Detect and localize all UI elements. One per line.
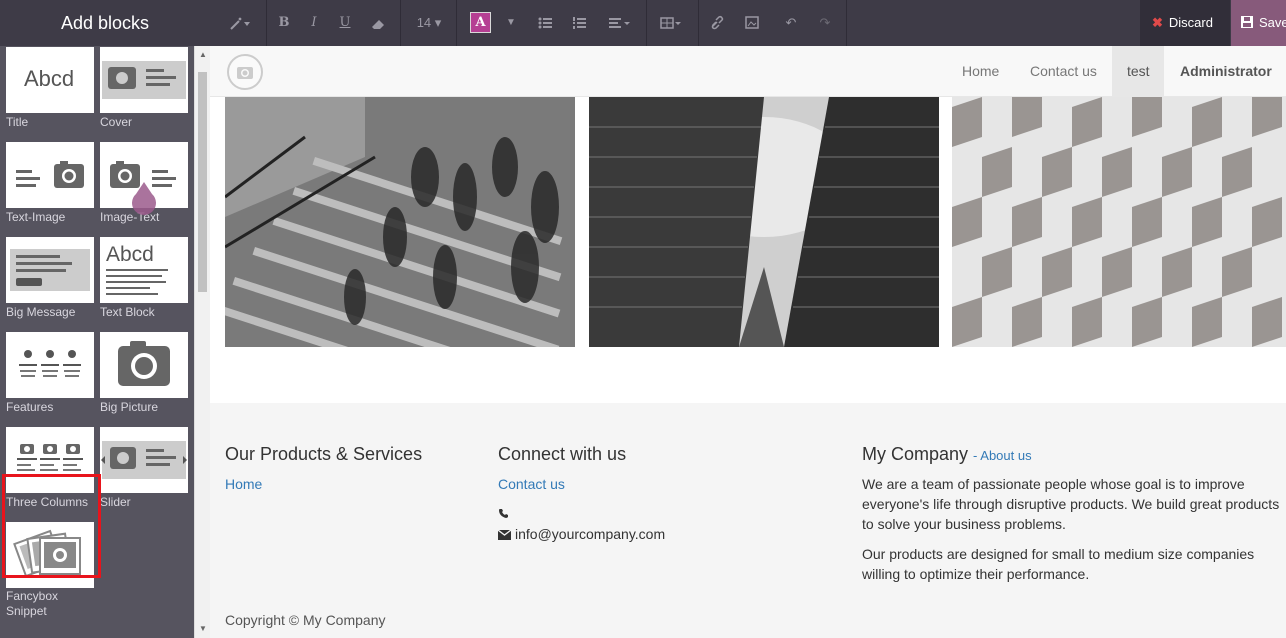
snippet-label: Big Picture	[100, 400, 159, 414]
about-us-link[interactable]: - About us	[973, 448, 1032, 463]
snippet-cover[interactable]: Cover	[100, 47, 190, 137]
font-color-icon[interactable]: A	[470, 0, 492, 46]
snippet-slider[interactable]: Slider	[100, 427, 190, 517]
email-text: info@yourcompany.com	[515, 526, 666, 542]
font-size-select[interactable]: 14 ▾	[414, 0, 444, 46]
bullet-list-icon[interactable]	[536, 0, 554, 46]
footer-connect-heading: Connect with us	[498, 444, 627, 464]
snippet-label: Text-Image	[6, 210, 66, 224]
snippet-big-message[interactable]: Big Message	[6, 237, 96, 327]
snippet-title[interactable]: Abcd Title	[6, 47, 96, 137]
magic-wand-icon[interactable]	[224, 0, 254, 46]
link-icon[interactable]	[708, 0, 728, 46]
toolbar-separator	[400, 0, 401, 46]
sidebar-title: Add blocks	[0, 0, 210, 46]
italic-icon[interactable]: I	[306, 0, 322, 46]
admin-label: Administrator	[1180, 63, 1272, 79]
close-icon: ✖	[1152, 15, 1163, 30]
nav-contact-link[interactable]: Contact us	[1015, 46, 1112, 96]
toolbar-separator	[698, 0, 699, 46]
scroll-down-icon[interactable]: ▼	[199, 624, 207, 634]
floppy-disk-icon	[1241, 16, 1253, 28]
redo-icon[interactable]: ↷	[816, 0, 834, 46]
color-dropdown-icon[interactable]: ▼	[504, 0, 518, 46]
snippet-thumb-cover	[100, 47, 188, 113]
eraser-icon[interactable]	[368, 0, 388, 46]
scroll-up-icon[interactable]: ▲	[199, 50, 207, 60]
nav-test-link[interactable]: test	[1112, 46, 1164, 96]
snippet-thumb-text-image	[6, 142, 94, 208]
snippet-thumb-title: Abcd	[6, 47, 94, 113]
text-thumbnail-icon: Abcd	[24, 66, 74, 91]
toolbar-separator	[266, 0, 267, 46]
snippet-text-image[interactable]: Text-Image	[6, 142, 96, 232]
gallery-image-facade[interactable]	[952, 97, 1286, 347]
company-description: We are a team of passionate people whose…	[862, 476, 1280, 532]
toolbar-separator	[646, 0, 647, 46]
drag-drop-marker-icon	[132, 182, 156, 215]
snippet-big-picture[interactable]: Big Picture	[100, 332, 190, 422]
site-navbar: Home Contact us test Administrator ▼	[210, 46, 1286, 128]
undo-icon[interactable]: ↶	[782, 0, 800, 46]
footer-company-heading: My Company - About us	[862, 444, 1032, 465]
selected-snippet-highlight	[2, 474, 101, 578]
envelope-icon	[497, 529, 512, 540]
snippet-label: Big Message	[6, 305, 76, 319]
camera-placeholder-icon	[237, 67, 253, 79]
snippet-label: Features	[6, 400, 54, 414]
slider-thumbnail-icon	[101, 441, 187, 479]
company-heading-text: My Company	[862, 444, 969, 464]
thumb-text: Abcd	[24, 66, 74, 91]
image-icon[interactable]	[742, 0, 762, 46]
snippet-label: Cover	[100, 115, 133, 129]
site-footer: Our Products & Services Home Connect wit…	[210, 403, 1286, 638]
snippet-label: Slider	[100, 495, 131, 509]
toolbar-separator	[846, 0, 847, 46]
sidebar-scrollbar[interactable]: ▲ ▼	[194, 46, 210, 638]
discard-label: Discard	[1168, 15, 1213, 30]
copyright: Copyright © My Company	[225, 612, 386, 628]
snippet-label: Fancybox Snippet	[6, 589, 59, 618]
gallery-image-stairs[interactable]	[225, 97, 575, 347]
footer-products-heading: Our Products & Services	[225, 444, 423, 464]
site-logo[interactable]	[227, 54, 263, 90]
underline-icon[interactable]: U	[336, 0, 354, 46]
text-image-thumbnail-icon	[16, 161, 84, 188]
snippet-thumb-slider	[100, 427, 188, 493]
snippet-thumb-features	[6, 332, 94, 398]
big-message-thumbnail-icon	[10, 249, 90, 291]
align-icon[interactable]	[606, 0, 636, 46]
cover-thumbnail-icon	[102, 61, 186, 99]
snippet-label: Title	[6, 115, 29, 129]
scrollbar-thumb[interactable]	[198, 72, 207, 292]
snippet-features[interactable]: Features	[6, 332, 96, 422]
nav-admin-dropdown[interactable]: Administrator ▼	[1165, 46, 1286, 128]
save-button[interactable]: Save	[1231, 0, 1286, 46]
company-products-text: Our products are designed for small to m…	[862, 546, 1255, 582]
text-block-thumbnail-icon: Abcd	[106, 243, 168, 295]
save-label: Save	[1259, 15, 1286, 30]
table-icon[interactable]	[658, 0, 686, 46]
snippet-label: Text Block	[100, 305, 155, 319]
thumb-text: Abcd	[106, 243, 154, 266]
footer-email[interactable]: info@yourcompany.com	[497, 524, 666, 544]
numbered-list-icon[interactable]	[570, 0, 588, 46]
snippet-thumb-big-message	[6, 237, 94, 303]
big-picture-thumbnail-icon	[118, 341, 170, 386]
snippet-thumb-big-picture	[100, 332, 188, 398]
phone-icon	[498, 504, 509, 524]
footer-home-link[interactable]: Home	[225, 476, 262, 492]
footer-contact-link[interactable]: Contact us	[498, 476, 565, 492]
snippets-sidebar: Add blocks Abcd Title Cover Text-Image I…	[0, 0, 210, 638]
editor-toolbar: B I U 14 ▾ A ▼ ↶ ↷ ✖ Discard Save	[210, 0, 1286, 46]
nav-home-link[interactable]: Home	[947, 46, 1014, 96]
bold-icon[interactable]: B	[276, 0, 292, 46]
gallery-image-skyscrapers[interactable]	[589, 97, 939, 347]
snippet-thumb-text-block: Abcd	[100, 237, 188, 303]
font-size-value: 14	[416, 15, 432, 30]
features-thumbnail-icon	[19, 350, 81, 377]
discard-button[interactable]: ✖ Discard	[1140, 0, 1230, 46]
toolbar-separator	[456, 0, 457, 46]
snippet-text-block[interactable]: Abcd Text Block	[100, 237, 190, 327]
